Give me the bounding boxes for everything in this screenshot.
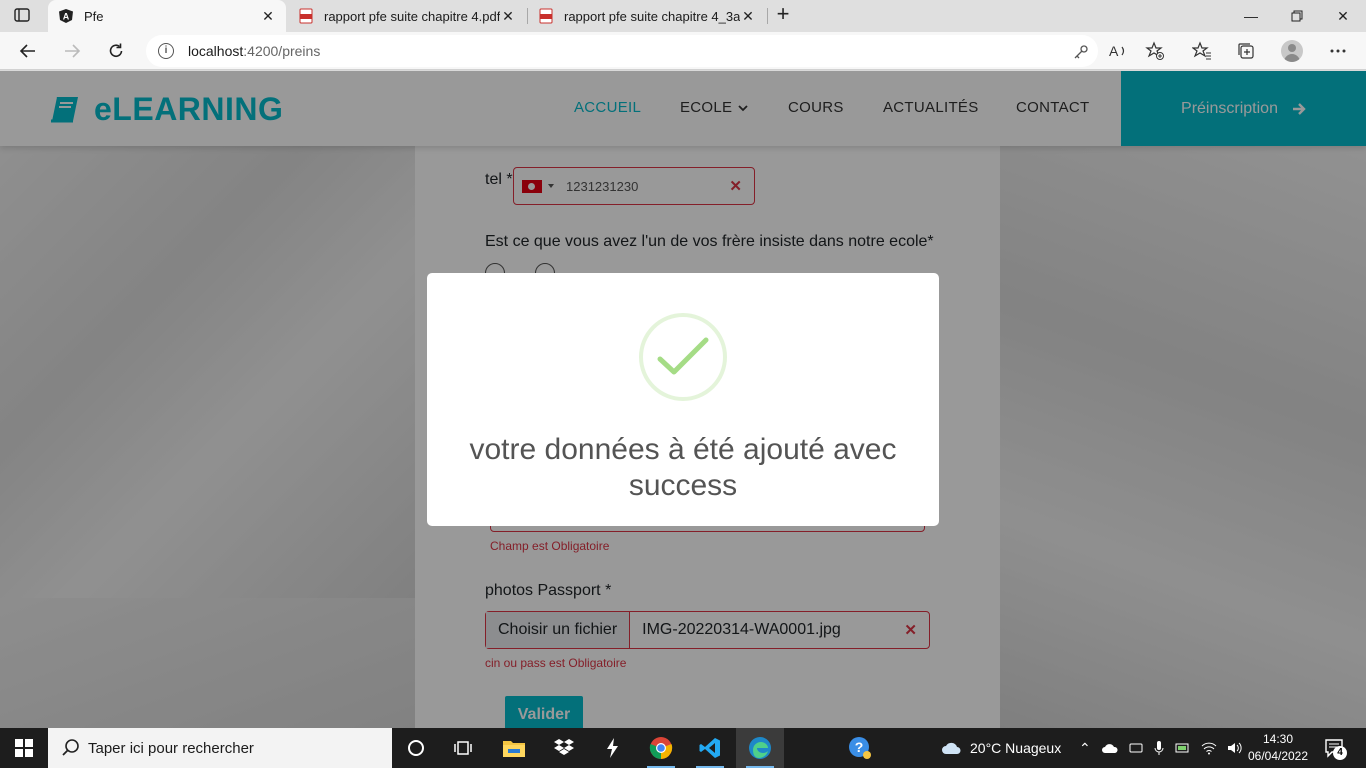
tab-title: rapport pfe suite chapitre 4_3avr bbox=[564, 8, 740, 24]
search-placeholder: Taper ici pour rechercher bbox=[88, 739, 254, 757]
edge-icon[interactable] bbox=[736, 728, 784, 768]
pdf-icon bbox=[538, 8, 554, 24]
svg-text:A: A bbox=[63, 12, 70, 22]
meet-now-icon[interactable] bbox=[1129, 741, 1143, 755]
angular-icon: A bbox=[58, 8, 74, 24]
add-favorite-icon[interactable] bbox=[1144, 40, 1166, 62]
profile-avatar[interactable] bbox=[1281, 40, 1303, 62]
pdf-icon bbox=[298, 8, 314, 24]
windows-taskbar: Taper ici pour rechercher ? 20°C Nuageux… bbox=[0, 728, 1366, 768]
tab-title: Pfe bbox=[84, 8, 104, 24]
restore-icon[interactable] bbox=[1274, 0, 1320, 32]
success-message: votre données à été ajouté avec success bbox=[469, 433, 897, 502]
forward-icon[interactable] bbox=[57, 36, 87, 66]
tab-title: rapport pfe suite chapitre 4.pdf bbox=[324, 8, 500, 24]
close-tab-icon[interactable]: ✕ bbox=[260, 8, 276, 25]
file-explorer-icon[interactable] bbox=[490, 728, 538, 768]
task-view-icon[interactable] bbox=[440, 728, 488, 768]
svg-text:A: A bbox=[1109, 43, 1119, 59]
new-tab-icon[interactable]: + bbox=[772, 3, 794, 26]
url-text: localhost:4200/preins bbox=[188, 43, 321, 59]
favorites-icon[interactable] bbox=[1191, 40, 1213, 62]
refresh-icon[interactable] bbox=[101, 36, 131, 66]
dropbox-icon[interactable] bbox=[540, 728, 588, 768]
more-options-icon[interactable] bbox=[1327, 40, 1349, 62]
success-dialog: votre données à été ajouté avec success bbox=[427, 273, 939, 526]
svg-text:?: ? bbox=[855, 739, 864, 755]
address-toolbar: i localhost:4200/preins A bbox=[0, 32, 1366, 70]
vscode-icon[interactable] bbox=[686, 728, 734, 768]
wifi-icon[interactable] bbox=[1201, 741, 1217, 755]
battery-icon[interactable] bbox=[1175, 741, 1191, 755]
cloud-icon bbox=[942, 742, 961, 754]
back-icon[interactable] bbox=[13, 36, 43, 66]
tab-pdf-1[interactable]: rapport pfe suite chapitre 4.pdf ✕ bbox=[288, 0, 526, 32]
weather-widget[interactable]: 20°C Nuageux bbox=[940, 728, 1061, 768]
clock-date: 06/04/2022 bbox=[1247, 749, 1309, 763]
onedrive-icon[interactable] bbox=[1101, 742, 1119, 754]
collections-icon[interactable] bbox=[1235, 40, 1257, 62]
clock-time: 14:30 bbox=[1262, 732, 1294, 746]
taskbar-clock[interactable]: 14:30 06/04/2022 bbox=[1244, 731, 1312, 765]
chevron-up-icon[interactable]: ⌃ bbox=[1079, 740, 1091, 757]
web-page: eLEARNING ACCUEIL ECOLE COURS ACTUALITÉS… bbox=[0, 71, 1366, 728]
tab-separator bbox=[767, 8, 768, 24]
url-field[interactable]: i localhost:4200/preins bbox=[146, 35, 1098, 67]
notifications-badge: 4 bbox=[1333, 746, 1347, 760]
tab-pfe[interactable]: A Pfe ✕ bbox=[48, 0, 286, 32]
search-icon bbox=[62, 739, 79, 756]
close-tab-icon[interactable]: ✕ bbox=[740, 8, 756, 25]
minimize-icon[interactable]: — bbox=[1228, 0, 1274, 32]
taskbar-search-input[interactable]: Taper ici pour rechercher bbox=[48, 728, 392, 768]
volume-icon[interactable] bbox=[1227, 741, 1243, 755]
microphone-icon[interactable] bbox=[1153, 740, 1165, 756]
cortana-icon[interactable] bbox=[392, 728, 440, 768]
chrome-icon[interactable] bbox=[637, 728, 685, 768]
close-tab-icon[interactable]: ✕ bbox=[500, 8, 516, 25]
app-s-icon[interactable] bbox=[588, 728, 636, 768]
help-icon[interactable]: ? bbox=[836, 728, 884, 768]
tab-actions-icon[interactable] bbox=[14, 8, 30, 22]
close-window-icon[interactable]: ✕ bbox=[1320, 0, 1366, 32]
key-icon[interactable] bbox=[1072, 43, 1090, 61]
tab-pdf-2[interactable]: rapport pfe suite chapitre 4_3avr ✕ bbox=[528, 0, 766, 32]
read-aloud-icon[interactable]: A bbox=[1107, 40, 1129, 62]
success-check-icon bbox=[639, 313, 727, 401]
system-tray: ⌃ bbox=[1079, 728, 1243, 768]
weather-text: 20°C Nuageux bbox=[970, 740, 1062, 756]
site-info-icon[interactable]: i bbox=[158, 43, 174, 59]
browser-tab-bar: A Pfe ✕ rapport pfe suite chapitre 4.pdf… bbox=[0, 0, 1366, 32]
windows-start-icon[interactable] bbox=[0, 728, 48, 768]
